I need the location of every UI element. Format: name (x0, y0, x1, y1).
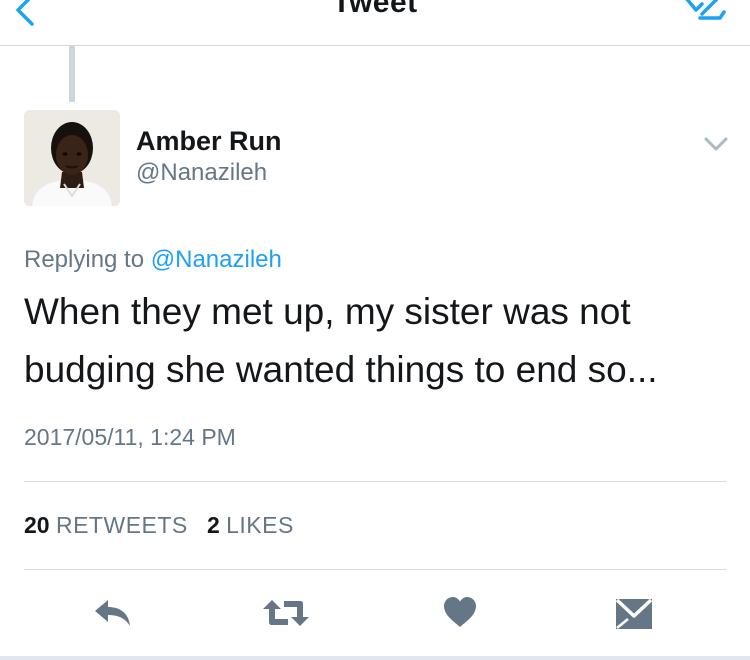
replying-to-mention[interactable]: @Nanazileh (151, 246, 282, 273)
likes-label: LIKES (226, 512, 294, 538)
bottom-edge (0, 656, 750, 660)
reply-icon[interactable] (92, 596, 134, 630)
retweets-label: RETWEETS (55, 512, 188, 538)
retweet-icon[interactable] (262, 598, 310, 628)
author-handle: @Nanazileh (136, 159, 268, 186)
divider (24, 569, 726, 570)
compose-icon[interactable] (680, 0, 730, 28)
page-title: Tweet (332, 0, 418, 19)
thread-connector-line (69, 46, 75, 102)
navigation-bar: Tweet (0, 0, 750, 46)
tweet-text: When they met up, my sister was not budg… (24, 291, 658, 390)
avatar[interactable] (24, 110, 120, 206)
retweets-count: 20 (24, 512, 50, 538)
replying-to-prefix: Replying to (24, 246, 145, 273)
heart-icon[interactable] (442, 596, 478, 628)
retweets-stat[interactable]: 20 RETWEETS (24, 512, 188, 538)
chevron-down-icon[interactable] (702, 134, 730, 154)
envelope-icon[interactable] (614, 597, 654, 631)
tweet-stats: 20 RETWEETS 2 LIKES (24, 512, 294, 539)
likes-count: 2 (206, 512, 220, 538)
replying-to-line: Replying to @Nanazileh (24, 246, 282, 274)
likes-stat[interactable]: 2 LIKES (207, 512, 294, 538)
divider (24, 481, 726, 482)
tweet-timestamp: 2017/05/11, 1:24 PM (24, 424, 236, 450)
author-display-name[interactable]: Amber Run (136, 126, 282, 157)
